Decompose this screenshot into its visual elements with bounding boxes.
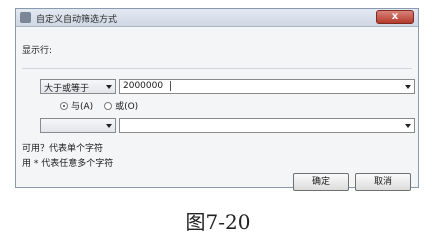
ok-button[interactable]: 确定	[293, 173, 349, 191]
dialog-body: 显示行: 大于或等于 2000000 与(A) 或(O) 可用？代表单个字符 用…	[16, 27, 418, 191]
hint-multi-char: 用 * 代表任意多个字符	[22, 159, 114, 169]
cancel-button[interactable]: 取消	[355, 173, 411, 191]
or-radio-label: 或(O)	[115, 102, 139, 112]
logic-radio-group: 与(A) 或(O)	[60, 99, 146, 112]
chevron-down-icon	[405, 124, 411, 128]
text-cursor	[170, 81, 172, 91]
condition1-value-text: 2000000	[123, 81, 164, 91]
figure-caption: 图7-20	[185, 210, 251, 234]
condition2-value-input[interactable]	[119, 118, 415, 133]
condition1-operator-value: 大于或等于	[44, 84, 90, 94]
chevron-down-icon	[106, 85, 112, 89]
chevron-down-icon	[106, 124, 112, 128]
custom-autofilter-dialog: 自定义自动筛选方式 x 显示行: 大于或等于 2000000 与(A) 或(O)…	[15, 8, 419, 191]
and-radio[interactable]	[60, 101, 68, 110]
condition1-operator-select[interactable]: 大于或等于	[40, 79, 116, 94]
and-radio-label: 与(A)	[71, 102, 94, 112]
hint-single-char: 可用？代表单个字符	[22, 144, 104, 154]
app-icon	[20, 12, 31, 23]
condition1-value-input[interactable]: 2000000	[119, 79, 415, 94]
window-title: 自定义自动筛选方式	[36, 15, 118, 25]
close-button[interactable]: x	[376, 10, 414, 24]
group-divider	[22, 68, 412, 69]
or-radio[interactable]	[104, 101, 113, 110]
show-rows-label: 显示行:	[22, 46, 53, 56]
chevron-down-icon	[405, 85, 411, 89]
title-bar: 自定义自动筛选方式 x	[16, 9, 418, 27]
condition2-operator-select[interactable]	[40, 118, 116, 133]
